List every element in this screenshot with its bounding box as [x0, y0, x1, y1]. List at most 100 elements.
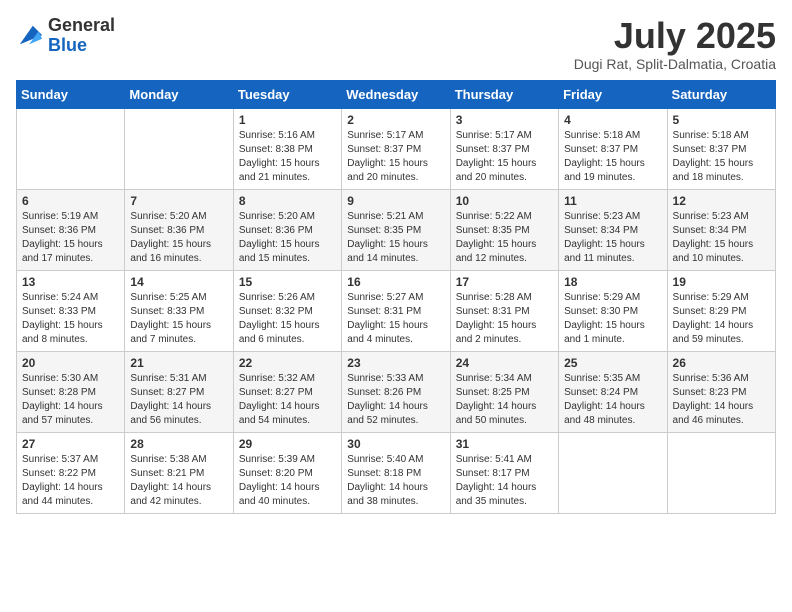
calendar-cell: 20Sunrise: 5:30 AM Sunset: 8:28 PM Dayli…: [17, 351, 125, 432]
day-number: 21: [130, 356, 227, 370]
calendar-cell: 15 Sunrise: 5:26 AM Sunset: 8:32 PM Dayli…: [233, 270, 341, 351]
calendar-cell: [125, 108, 233, 189]
day-number: 8: [239, 194, 336, 208]
page-header: General Blue July 2025 Dugi Rat, Split-D…: [16, 16, 776, 72]
calendar-cell: 27Sunrise: 5:37 AM Sunset: 8:22 PM Dayli…: [17, 432, 125, 513]
weekday-header: Friday: [559, 80, 667, 108]
day-info: Sunrise: 5:20 AM Sunset: 8:36 PM Dayligh…: [239, 210, 336, 266]
day-info: Sunrise: 5:17 AM Sunset: 8:37 PM Dayligh…: [456, 129, 553, 185]
day-info: Sunrise: 5:29 AM Sunset: 8:30 PM Dayligh…: [564, 291, 661, 347]
calendar-cell: [17, 108, 125, 189]
month-title: July 2025: [574, 16, 776, 56]
calendar-cell: 30 Sunrise: 5:40 AM Sunset: 8:18 PM Dayli…: [342, 432, 450, 513]
day-number: 24: [456, 356, 553, 370]
day-info: Sunrise: 5:25 AM Sunset: 8:33 PM Dayligh…: [130, 291, 227, 347]
calendar-week-row: 1Sunrise: 5:16 AM Sunset: 8:38 PM Daylig…: [17, 108, 776, 189]
day-number: 22: [239, 356, 336, 370]
day-info: Sunrise: 5:22 AM Sunset: 8:35 PM Dayligh…: [456, 210, 553, 266]
calendar-cell: 3 Sunrise: 5:17 AM Sunset: 8:37 PM Daylig…: [450, 108, 558, 189]
day-number: 3: [456, 113, 553, 127]
day-number: 5: [673, 113, 770, 127]
day-number: 2: [347, 113, 444, 127]
calendar-cell: 29 Sunrise: 5:39 AM Sunset: 8:20 PM Dayli…: [233, 432, 341, 513]
day-number: 15: [239, 275, 336, 289]
calendar-cell: 28 Sunrise: 5:38 AM Sunset: 8:21 PM Dayli…: [125, 432, 233, 513]
calendar-week-row: 27Sunrise: 5:37 AM Sunset: 8:22 PM Dayli…: [17, 432, 776, 513]
day-number: 14: [130, 275, 227, 289]
weekday-header: Wednesday: [342, 80, 450, 108]
calendar-week-row: 6 Sunrise: 5:19 AM Sunset: 8:36 PM Daylig…: [17, 189, 776, 270]
day-info: Sunrise: 5:18 AM Sunset: 8:37 PM Dayligh…: [673, 129, 770, 185]
day-info: Sunrise: 5:28 AM Sunset: 8:31 PM Dayligh…: [456, 291, 553, 347]
day-info: Sunrise: 5:26 AM Sunset: 8:32 PM Dayligh…: [239, 291, 336, 347]
calendar-cell: 31Sunrise: 5:41 AM Sunset: 8:17 PM Dayli…: [450, 432, 558, 513]
logo-text: General Blue: [48, 16, 115, 56]
day-info: Sunrise: 5:35 AM Sunset: 8:24 PM Dayligh…: [564, 372, 661, 428]
day-info: Sunrise: 5:33 AM Sunset: 8:26 PM Dayligh…: [347, 372, 444, 428]
day-info: Sunrise: 5:38 AM Sunset: 8:21 PM Dayligh…: [130, 453, 227, 509]
weekday-header-row: SundayMondayTuesdayWednesdayThursdayFrid…: [17, 80, 776, 108]
logo-blue: Blue: [48, 36, 115, 56]
day-number: 6: [22, 194, 119, 208]
calendar-cell: 11 Sunrise: 5:23 AM Sunset: 8:34 PM Dayli…: [559, 189, 667, 270]
calendar-cell: 22 Sunrise: 5:32 AM Sunset: 8:27 PM Dayli…: [233, 351, 341, 432]
day-info: Sunrise: 5:29 AM Sunset: 8:29 PM Dayligh…: [673, 291, 770, 347]
day-number: 23: [347, 356, 444, 370]
calendar-cell: 2 Sunrise: 5:17 AM Sunset: 8:37 PM Daylig…: [342, 108, 450, 189]
calendar-cell: 23 Sunrise: 5:33 AM Sunset: 8:26 PM Dayli…: [342, 351, 450, 432]
calendar-cell: 14 Sunrise: 5:25 AM Sunset: 8:33 PM Dayli…: [125, 270, 233, 351]
calendar-cell: 26Sunrise: 5:36 AM Sunset: 8:23 PM Dayli…: [667, 351, 775, 432]
calendar-cell: 24Sunrise: 5:34 AM Sunset: 8:25 PM Dayli…: [450, 351, 558, 432]
weekday-header: Sunday: [17, 80, 125, 108]
day-info: Sunrise: 5:40 AM Sunset: 8:18 PM Dayligh…: [347, 453, 444, 509]
calendar-cell: [667, 432, 775, 513]
logo: General Blue: [16, 16, 115, 56]
day-number: 18: [564, 275, 661, 289]
calendar-cell: 18 Sunrise: 5:29 AM Sunset: 8:30 PM Dayli…: [559, 270, 667, 351]
day-info: Sunrise: 5:20 AM Sunset: 8:36 PM Dayligh…: [130, 210, 227, 266]
day-number: 19: [673, 275, 770, 289]
day-number: 9: [347, 194, 444, 208]
calendar-cell: 10 Sunrise: 5:22 AM Sunset: 8:35 PM Dayli…: [450, 189, 558, 270]
day-number: 30: [347, 437, 444, 451]
calendar-cell: 7Sunrise: 5:20 AM Sunset: 8:36 PM Daylig…: [125, 189, 233, 270]
day-info: Sunrise: 5:31 AM Sunset: 8:27 PM Dayligh…: [130, 372, 227, 428]
weekday-header: Monday: [125, 80, 233, 108]
day-info: Sunrise: 5:41 AM Sunset: 8:17 PM Dayligh…: [456, 453, 553, 509]
day-info: Sunrise: 5:37 AM Sunset: 8:22 PM Dayligh…: [22, 453, 119, 509]
day-info: Sunrise: 5:17 AM Sunset: 8:37 PM Dayligh…: [347, 129, 444, 185]
calendar-cell: 6 Sunrise: 5:19 AM Sunset: 8:36 PM Daylig…: [17, 189, 125, 270]
calendar-cell: 9Sunrise: 5:21 AM Sunset: 8:35 PM Daylig…: [342, 189, 450, 270]
day-number: 13: [22, 275, 119, 289]
day-number: 12: [673, 194, 770, 208]
day-info: Sunrise: 5:39 AM Sunset: 8:20 PM Dayligh…: [239, 453, 336, 509]
calendar-cell: 21 Sunrise: 5:31 AM Sunset: 8:27 PM Dayli…: [125, 351, 233, 432]
day-info: Sunrise: 5:32 AM Sunset: 8:27 PM Dayligh…: [239, 372, 336, 428]
weekday-header: Saturday: [667, 80, 775, 108]
day-info: Sunrise: 5:19 AM Sunset: 8:36 PM Dayligh…: [22, 210, 119, 266]
day-number: 4: [564, 113, 661, 127]
calendar-cell: 1Sunrise: 5:16 AM Sunset: 8:38 PM Daylig…: [233, 108, 341, 189]
calendar-cell: 19 Sunrise: 5:29 AM Sunset: 8:29 PM Dayli…: [667, 270, 775, 351]
day-number: 28: [130, 437, 227, 451]
calendar-cell: 4 Sunrise: 5:18 AM Sunset: 8:37 PM Daylig…: [559, 108, 667, 189]
day-info: Sunrise: 5:23 AM Sunset: 8:34 PM Dayligh…: [673, 210, 770, 266]
calendar-table: SundayMondayTuesdayWednesdayThursdayFrid…: [16, 80, 776, 514]
calendar-cell: 5 Sunrise: 5:18 AM Sunset: 8:37 PM Daylig…: [667, 108, 775, 189]
title-block: July 2025 Dugi Rat, Split-Dalmatia, Croa…: [574, 16, 776, 72]
day-info: Sunrise: 5:27 AM Sunset: 8:31 PM Dayligh…: [347, 291, 444, 347]
weekday-header: Tuesday: [233, 80, 341, 108]
calendar-cell: 25Sunrise: 5:35 AM Sunset: 8:24 PM Dayli…: [559, 351, 667, 432]
calendar-cell: 8 Sunrise: 5:20 AM Sunset: 8:36 PM Daylig…: [233, 189, 341, 270]
day-info: Sunrise: 5:36 AM Sunset: 8:23 PM Dayligh…: [673, 372, 770, 428]
calendar-cell: 17Sunrise: 5:28 AM Sunset: 8:31 PM Dayli…: [450, 270, 558, 351]
day-number: 11: [564, 194, 661, 208]
day-number: 10: [456, 194, 553, 208]
day-number: 20: [22, 356, 119, 370]
day-info: Sunrise: 5:18 AM Sunset: 8:37 PM Dayligh…: [564, 129, 661, 185]
calendar-week-row: 13Sunrise: 5:24 AM Sunset: 8:33 PM Dayli…: [17, 270, 776, 351]
day-info: Sunrise: 5:23 AM Sunset: 8:34 PM Dayligh…: [564, 210, 661, 266]
calendar-cell: 16Sunrise: 5:27 AM Sunset: 8:31 PM Dayli…: [342, 270, 450, 351]
day-number: 29: [239, 437, 336, 451]
calendar-cell: 12 Sunrise: 5:23 AM Sunset: 8:34 PM Dayli…: [667, 189, 775, 270]
